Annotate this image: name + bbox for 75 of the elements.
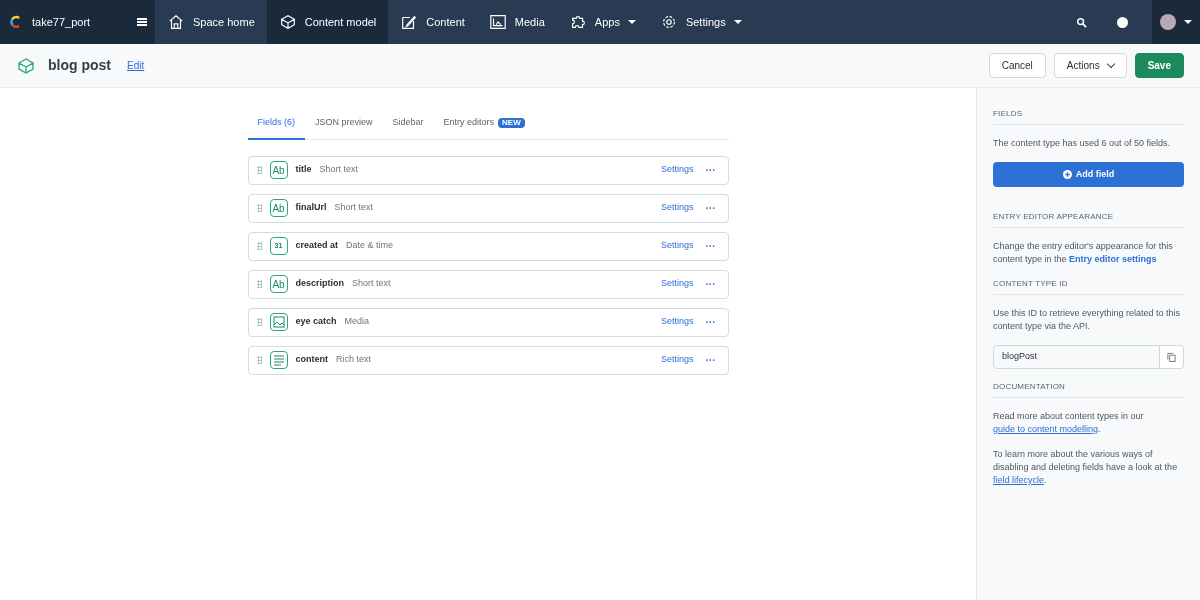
text-field-icon: Ab (269, 199, 288, 217)
image-icon (269, 313, 288, 331)
tab[interactable]: JSON preview (305, 108, 383, 140)
field-name: eye catch (295, 315, 337, 329)
field-type: Rich text (336, 353, 372, 367)
copy-icon (1167, 352, 1176, 362)
nav-tab[interactable]: Content model (266, 0, 389, 44)
section-heading: ENTRY EDITOR APPEARANCE (993, 211, 1184, 228)
field-name: description (295, 277, 344, 291)
drag-handle-icon[interactable] (256, 280, 262, 288)
save-button[interactable]: Save (1134, 53, 1184, 78)
field-name: title (295, 163, 312, 177)
text-field-icon: Ab (269, 275, 288, 293)
drag-handle-icon[interactable] (256, 318, 262, 326)
field-type: Short text (319, 163, 360, 177)
description-text: Change the entry editor's appearance for this content type in the Entry editor settings (993, 240, 1174, 266)
add-field-button[interactable]: Add field (993, 162, 1184, 187)
image-icon (488, 13, 507, 31)
drag-handle-icon[interactable] (256, 204, 262, 212)
cancel-button[interactable]: Cancel (988, 53, 1046, 78)
settings-link[interactable]: Settings (660, 239, 694, 253)
field-row[interactable]: Ab title Short text Settings ··· (247, 155, 729, 185)
more-button[interactable]: ··· (705, 162, 716, 178)
help-icon[interactable] (1117, 16, 1128, 28)
description-text: Read more about content types in our guide to content modelling. (993, 410, 1145, 436)
link[interactable]: Entry editor settings (1069, 254, 1157, 264)
search-icon[interactable] (1076, 16, 1087, 28)
edit-link[interactable]: Edit (127, 58, 145, 73)
settings-link[interactable]: Settings (660, 315, 694, 329)
settings-link[interactable]: Settings (660, 277, 694, 291)
drag-handle-icon[interactable] (256, 242, 262, 250)
settings-link[interactable]: Settings (660, 163, 694, 177)
more-button[interactable]: ··· (705, 276, 716, 292)
text-field-icon: Ab (269, 161, 288, 179)
page-title: blog post (48, 56, 111, 75)
settings-link[interactable]: Settings (660, 353, 694, 367)
caret-icon (1184, 20, 1192, 24)
new-badge: NEW (498, 117, 525, 128)
tab[interactable]: Sidebar (382, 108, 434, 140)
field-type: Date & time (346, 239, 395, 253)
field-row[interactable]: Ab finalUrl Short text Settings ··· (247, 193, 729, 223)
field-row[interactable]: Ab description Short text Settings ··· (247, 269, 729, 299)
actions-button[interactable]: Actions (1053, 53, 1127, 78)
tab[interactable]: Entry editors NEW (433, 108, 535, 140)
field-name: content (295, 353, 328, 367)
copy-button[interactable] (1160, 345, 1184, 369)
avatar[interactable] (1160, 14, 1176, 30)
id-field[interactable]: blogPost (993, 345, 1160, 369)
more-button[interactable]: ··· (705, 314, 716, 330)
section-heading: FIELDS (993, 108, 1184, 125)
description-text: Use this ID to retrieve everything related to this content type via the API. (993, 307, 1182, 333)
field-name: finalUrl (295, 201, 327, 215)
paragraph-icon (269, 351, 288, 369)
plus-circle-icon (1062, 170, 1072, 179)
drag-handle-icon[interactable] (256, 166, 262, 174)
menu-icon[interactable] (137, 18, 147, 26)
section-heading: CONTENT TYPE ID (993, 278, 1184, 295)
field-row[interactable]: eye catch Media Settings ··· (247, 307, 729, 337)
description-text: The content type has used 6 out of 50 fields. (993, 137, 1172, 150)
drag-handle-icon[interactable] (256, 356, 262, 364)
section-heading: DOCUMENTATION (993, 381, 1184, 398)
description-text: To learn more about the various ways of disabling and deleting fields have a look at the field lifecycle. (993, 448, 1179, 487)
field-name: created at (295, 239, 339, 253)
field-type: Short text (334, 201, 375, 215)
home-icon (167, 13, 185, 31)
more-button[interactable]: ··· (705, 352, 716, 368)
field-row[interactable]: content Rich text Settings ··· (247, 345, 729, 375)
edit-icon (400, 13, 419, 31)
settings-link[interactable]: Settings (660, 201, 694, 215)
more-button[interactable]: ··· (705, 200, 716, 216)
box-icon (278, 13, 297, 31)
field-type: Short text (352, 277, 392, 291)
more-button[interactable]: ··· (705, 238, 716, 254)
field-type: Media (344, 315, 371, 329)
tab[interactable]: Fields (6) (247, 108, 305, 140)
